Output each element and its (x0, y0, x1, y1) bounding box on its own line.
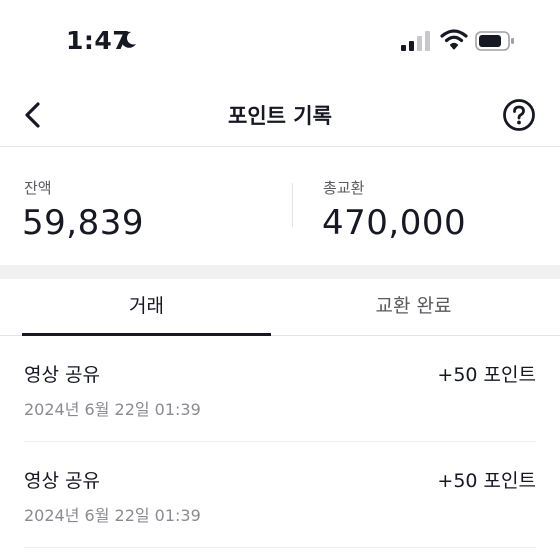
tab-exchange-completed[interactable]: 교환 완료 (289, 279, 538, 335)
points-summary: 잔액 59,839 총교환 470,000 (0, 147, 560, 265)
list-item[interactable]: 영상 공유 +50 포인트 2024년 6월 22일 01:39 (0, 442, 560, 548)
help-circle-icon (503, 99, 535, 131)
section-gap (0, 265, 560, 279)
total-exchanged-value: 470,000 (322, 203, 467, 243)
tab-transactions[interactable]: 거래 (22, 279, 271, 335)
moon-icon (121, 31, 136, 48)
transaction-points: +50 포인트 (437, 364, 536, 386)
transaction-date: 2024년 6월 22일 01:39 (24, 400, 201, 419)
transaction-type: 영상 공유 (24, 364, 100, 386)
transaction-date: 2024년 6월 22일 01:39 (24, 506, 201, 525)
balance-value: 59,839 (22, 203, 144, 243)
transaction-points: +50 포인트 (437, 470, 536, 492)
list-item[interactable]: 영상 공유 +50 포인트 2024년 6월 22일 01:39 (0, 336, 560, 442)
summary-divider (292, 183, 293, 227)
cellular-signal-icon (401, 31, 430, 51)
total-exchanged-label: 총교환 (323, 179, 365, 197)
wifi-icon (440, 29, 468, 50)
status-bar: 1:47 (0, 0, 560, 86)
battery-icon (475, 31, 514, 51)
transaction-list: 영상 공유 +50 포인트 2024년 6월 22일 01:39 영상 공유 +… (0, 336, 560, 548)
tab-bar: 거래 교환 완료 (0, 279, 560, 336)
balance-label: 잔액 (24, 179, 52, 197)
help-button[interactable] (502, 98, 536, 132)
row-divider (24, 547, 536, 548)
page-title: 포인트 기록 (228, 104, 332, 128)
header-bar: 포인트 기록 (0, 86, 560, 146)
transaction-type: 영상 공유 (24, 470, 100, 492)
